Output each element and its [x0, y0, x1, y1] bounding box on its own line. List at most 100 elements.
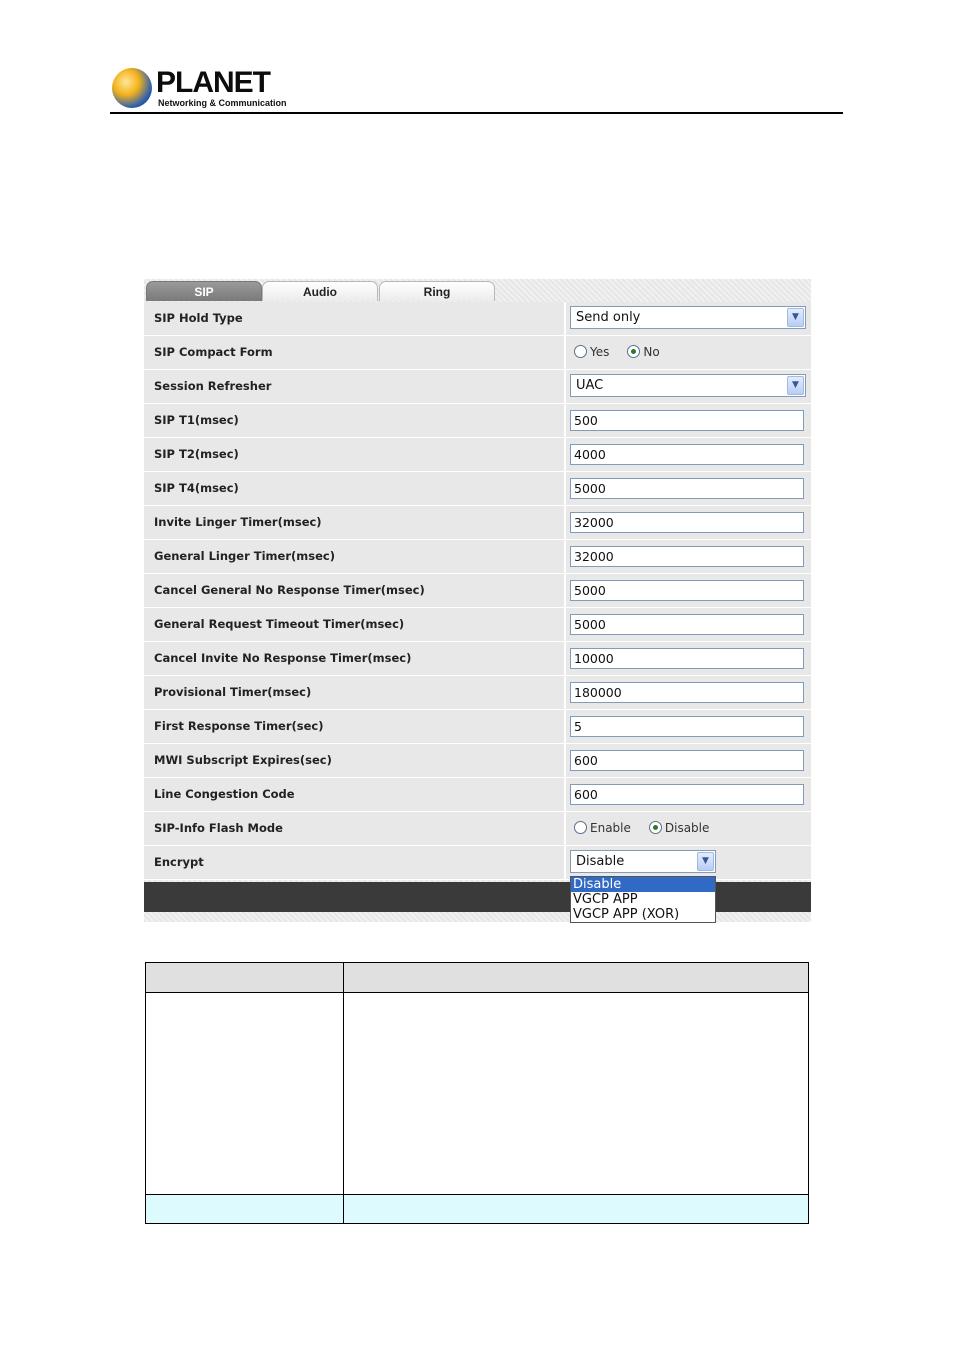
- tab-ring[interactable]: Ring: [379, 281, 495, 301]
- radio-label: Yes: [590, 345, 610, 359]
- setting-input[interactable]: 5: [570, 716, 804, 737]
- radio-label: Disable: [664, 821, 710, 835]
- header-divider: [110, 112, 843, 114]
- setting-label: Line Congestion Code: [154, 787, 295, 801]
- setting-value-cell: 5000: [564, 574, 813, 607]
- sip-settings-panel: SIP Audio Ring SIP Hold Type Send only ▼ SI…: [144, 279, 811, 923]
- setting-label: Session Refresher: [154, 379, 272, 393]
- setting-input[interactable]: 32000: [570, 512, 804, 533]
- radio-label: Enable: [590, 821, 631, 835]
- setting-value-cell: 600: [564, 778, 813, 811]
- setting-row: First Response Timer(sec) 5: [144, 710, 811, 744]
- setting-value-cell: 32000: [564, 506, 813, 539]
- setting-value-cell: 5000: [564, 472, 813, 505]
- setting-value-cell: 500: [564, 404, 813, 437]
- setting-label: SIP T2(msec): [154, 447, 239, 461]
- setting-label: Cancel Invite No Response Timer(msec): [154, 651, 412, 665]
- planet-logo: PLANET Networking & Communication: [112, 66, 287, 110]
- setting-row: General Linger Timer(msec) 32000: [144, 540, 811, 574]
- radio-no[interactable]: [627, 345, 641, 358]
- setting-label: Invite Linger Timer(msec): [154, 515, 322, 529]
- setting-value-cell: Yes No: [564, 336, 813, 369]
- table-row-highlight: [146, 1195, 808, 1223]
- setting-row: SIP Compact Form Yes No: [144, 336, 811, 370]
- setting-value-cell: 4000: [564, 438, 813, 471]
- setting-input[interactable]: 5000: [570, 580, 804, 601]
- setting-input[interactable]: 180000: [570, 682, 804, 703]
- setting-value-cell: Send only ▼: [564, 302, 813, 335]
- setting-row: SIP T2(msec) 4000: [144, 438, 811, 472]
- setting-input[interactable]: 500: [570, 410, 804, 431]
- dropdown-option[interactable]: Disable: [571, 877, 715, 892]
- setting-input[interactable]: 32000: [570, 546, 804, 567]
- setting-row: Provisional Timer(msec) 180000: [144, 676, 811, 710]
- brand-name: PLANET: [156, 66, 271, 99]
- brand-tagline: Networking & Communication: [158, 98, 287, 108]
- encrypt-select[interactable]: Disable ▼: [570, 850, 716, 873]
- setting-value-cell: Disable ▼: [564, 846, 813, 879]
- setting-value-cell: UAC ▼: [564, 370, 813, 403]
- setting-row: MWI Subscript Expires(sec) 600: [144, 744, 811, 778]
- setting-row: Line Congestion Code 600: [144, 778, 811, 812]
- chevron-down-icon[interactable]: ▼: [787, 308, 804, 327]
- setting-input[interactable]: 4000: [570, 444, 804, 465]
- setting-label: First Response Timer(sec): [154, 719, 324, 733]
- tab-bar: SIP Audio Ring: [144, 279, 811, 301]
- setting-label: General Request Timeout Timer(msec): [154, 617, 405, 631]
- select-value: Disable: [576, 854, 625, 869]
- setting-label: General Linger Timer(msec): [154, 549, 335, 563]
- setting-select[interactable]: Send only ▼: [570, 306, 806, 329]
- setting-value-cell: 32000: [564, 540, 813, 573]
- setting-row: SIP Hold Type Send only ▼: [144, 302, 811, 336]
- setting-value-cell: 180000: [564, 676, 813, 709]
- chevron-down-icon[interactable]: ▼: [787, 376, 804, 395]
- setting-row: Encrypt Disable ▼: [144, 846, 811, 880]
- setting-row: SIP-Info Flash Mode Enable Disable: [144, 812, 811, 846]
- setting-value-cell: Enable Disable: [564, 812, 813, 845]
- setting-label: SIP-Info Flash Mode: [154, 821, 283, 835]
- table-header: [146, 963, 808, 993]
- table-row: [146, 993, 808, 1195]
- setting-label: MWI Subscript Expires(sec): [154, 753, 332, 767]
- setting-input[interactable]: 600: [570, 750, 804, 771]
- column-divider: [343, 963, 344, 1223]
- description-table: [145, 962, 809, 1224]
- setting-value-cell: 5: [564, 710, 813, 743]
- select-value: UAC: [576, 378, 604, 393]
- setting-row: SIP T1(msec) 500: [144, 404, 811, 438]
- setting-label: Cancel General No Response Timer(msec): [154, 583, 425, 597]
- tab-audio[interactable]: Audio: [262, 281, 378, 301]
- setting-value-cell: 600: [564, 744, 813, 777]
- radio-yes[interactable]: [574, 345, 587, 358]
- radio-group: Yes No: [574, 336, 678, 369]
- encrypt-dropdown-list[interactable]: Disable VGCP APP VGCP APP (XOR): [570, 876, 716, 923]
- setting-row: Cancel General No Response Timer(msec) 50…: [144, 574, 811, 608]
- globe-icon: [112, 68, 152, 108]
- setting-select[interactable]: UAC ▼: [570, 374, 806, 397]
- setting-input[interactable]: 5000: [570, 478, 804, 499]
- radio-enable[interactable]: [574, 821, 587, 834]
- select-value: Send only: [576, 310, 641, 325]
- setting-row: Invite Linger Timer(msec) 32000: [144, 506, 811, 540]
- setting-label: SIP T4(msec): [154, 481, 239, 495]
- setting-label: SIP Hold Type: [154, 311, 243, 325]
- dropdown-option[interactable]: VGCP APP (XOR): [571, 907, 715, 922]
- setting-row: SIP T4(msec) 5000: [144, 472, 811, 506]
- setting-input[interactable]: 5000: [570, 614, 804, 635]
- setting-label: Provisional Timer(msec): [154, 685, 312, 699]
- dropdown-option[interactable]: VGCP APP: [571, 892, 715, 907]
- radio-group: Enable Disable: [574, 812, 727, 845]
- setting-row: General Request Timeout Timer(msec) 5000: [144, 608, 811, 642]
- setting-input[interactable]: 10000: [570, 648, 804, 669]
- chevron-down-icon[interactable]: ▼: [697, 852, 714, 871]
- setting-label: SIP T1(msec): [154, 413, 239, 427]
- setting-input[interactable]: 600: [570, 784, 804, 805]
- tab-sip[interactable]: SIP: [146, 281, 262, 301]
- setting-row: Session Refresher UAC ▼: [144, 370, 811, 404]
- setting-label: SIP Compact Form: [154, 345, 273, 359]
- radio-disable[interactable]: [648, 821, 662, 834]
- settings-rows: SIP Hold Type Send only ▼ SIP Compact Form Y…: [144, 302, 811, 880]
- setting-value-cell: 10000: [564, 642, 813, 675]
- radio-label: No: [643, 345, 660, 359]
- setting-row: Cancel Invite No Response Timer(msec) 100…: [144, 642, 811, 676]
